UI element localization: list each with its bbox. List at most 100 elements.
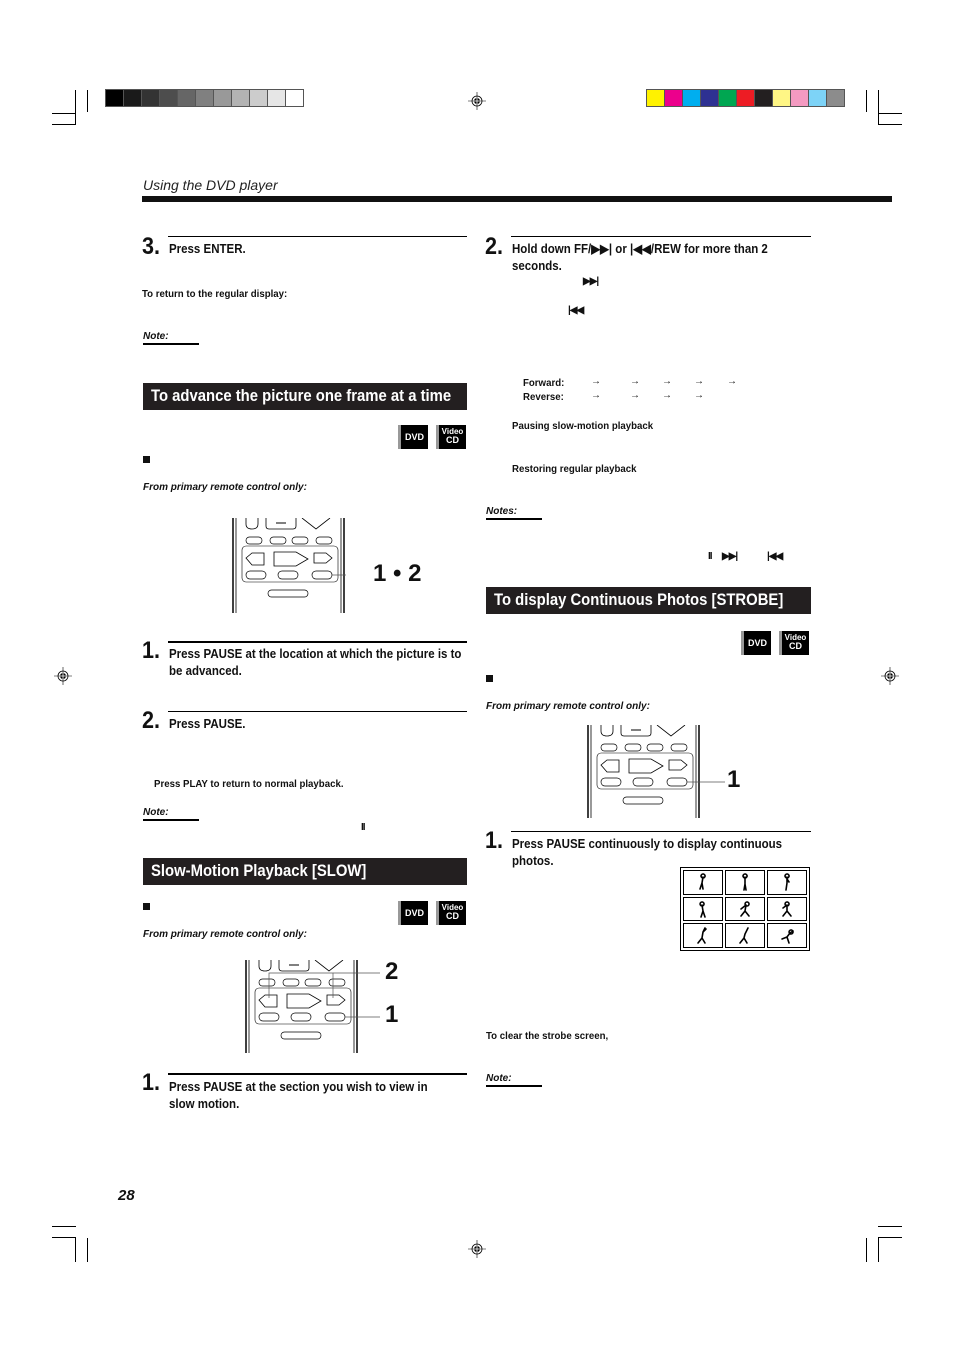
crop-mark (878, 124, 902, 125)
pause-icon: II (361, 822, 365, 833)
pause-icon: II (708, 551, 712, 562)
calibration-swatch (286, 90, 303, 106)
step-instruction: Press PAUSE at the location at which the… (169, 647, 462, 678)
dvd-badge: DVD (398, 425, 428, 449)
video-cd-badge: Video CD (436, 901, 466, 925)
registration-mark-icon (881, 667, 899, 685)
strobe-frame (767, 870, 807, 895)
callout-step-number: 1 • 2 (373, 560, 422, 587)
calibration-swatch (719, 90, 736, 106)
remote-control-illustration (587, 724, 725, 818)
calibration-swatch (196, 90, 213, 106)
callout-step-number: 1 (727, 766, 741, 793)
note-label: Note: (486, 1073, 512, 1084)
crop-mark (878, 1226, 902, 1227)
step-divider (168, 641, 467, 643)
calibration-swatch (701, 90, 718, 106)
step-divider (511, 236, 811, 237)
section-heading-strobe: To display Continuous Photos [STROBE] (486, 587, 811, 614)
batter-figure-icon (740, 901, 750, 917)
crop-mark (52, 113, 75, 114)
strobe-frame (683, 870, 723, 895)
step-number: 1. (142, 637, 161, 664)
video-cd-badge: Video CD (436, 425, 466, 449)
crop-mark (878, 90, 879, 125)
calibration-swatch (142, 90, 159, 106)
remote-control-icon (245, 959, 380, 1053)
arrow-icon: → (591, 376, 601, 387)
remote-only-label: From primary remote control only: (143, 929, 307, 940)
crop-mark (52, 124, 76, 125)
registration-mark-icon (468, 1240, 486, 1258)
arrow-icon: → (630, 376, 640, 387)
remote-control-icon (232, 517, 370, 613)
step-divider (168, 1073, 467, 1075)
strobe-frame (683, 923, 723, 948)
strobe-frame (725, 870, 765, 895)
dvd-badge: DVD (398, 901, 428, 925)
note-label: Note: (143, 807, 169, 818)
strobe-frame (767, 896, 807, 922)
reverse-speed-label: Reverse: (523, 391, 564, 403)
remote-control-icon (587, 724, 725, 818)
note-underline (486, 518, 542, 520)
bullet-square-icon (143, 903, 150, 910)
step-divider (168, 236, 467, 237)
arrow-icon: → (727, 376, 737, 387)
fast-forward-icon: ▶▶| (722, 551, 738, 562)
strobe-frame (767, 923, 807, 948)
strobe-photos-illustration (680, 867, 810, 951)
step-number: 1. (485, 827, 504, 854)
step-instruction: Press PAUSE continuously to display cont… (512, 837, 783, 868)
crop-mark (75, 90, 76, 125)
calibration-swatch (232, 90, 249, 106)
registration-mark-icon (54, 667, 72, 685)
notes-label: Notes: (486, 506, 518, 517)
arrow-icon: → (662, 376, 672, 387)
calibration-swatch (160, 90, 177, 106)
fast-forward-icon: ▶▶| (583, 276, 599, 287)
calibration-swatch (106, 90, 123, 106)
note-underline (143, 819, 199, 821)
step-instruction: Press PAUSE at the section you wish to v… (169, 1080, 428, 1111)
remote-only-label: From primary remote control only: (486, 701, 650, 712)
return-display-label: To return to the regular display: (142, 288, 288, 300)
remote-only-label: From primary remote control only: (143, 482, 307, 493)
step-instruction: Press PAUSE. (169, 717, 246, 731)
strobe-frame (683, 896, 723, 922)
calibration-swatch (665, 90, 682, 106)
step-divider (168, 711, 467, 712)
crop-mark (87, 90, 88, 112)
batter-figure-icon (742, 873, 748, 892)
section-heading-frame-advance: To advance the picture one frame at a ti… (143, 383, 467, 410)
step-divider (511, 831, 811, 832)
batter-figure-icon (784, 873, 790, 892)
batter-figure-icon (739, 926, 749, 944)
note-label: Note: (143, 331, 169, 342)
running-title: Using the DVD player (143, 177, 278, 193)
batter-figure-icon (782, 901, 792, 917)
crop-mark (878, 113, 902, 114)
arrow-icon: → (694, 376, 704, 387)
calibration-swatch (755, 90, 772, 106)
batter-figure-icon (699, 901, 706, 918)
step-number: 1. (142, 1069, 161, 1096)
section-heading-slow-motion: Slow-Motion Playback [SLOW] (143, 858, 467, 885)
grayscale-calibration-bar (105, 89, 304, 107)
rewind-icon: |◀◀ (767, 551, 783, 562)
arrow-icon: → (630, 390, 640, 401)
note-underline (143, 343, 199, 345)
registration-mark-icon (468, 92, 486, 110)
bullet-square-icon (143, 456, 150, 463)
play-return-text: Press PLAY to return to normal playback. (154, 778, 344, 790)
calibration-swatch (773, 90, 790, 106)
crop-mark (878, 1237, 902, 1238)
note-underline (486, 1085, 542, 1087)
calibration-swatch (737, 90, 754, 106)
strobe-frame (725, 896, 765, 922)
batter-figure-icon (697, 926, 707, 944)
calibration-swatch (809, 90, 826, 106)
video-cd-badge: Video CD (779, 631, 809, 655)
step-instruction: Hold down FF/▶▶| or |◀◀/REW for more tha… (512, 242, 768, 273)
crop-mark (52, 1226, 76, 1227)
